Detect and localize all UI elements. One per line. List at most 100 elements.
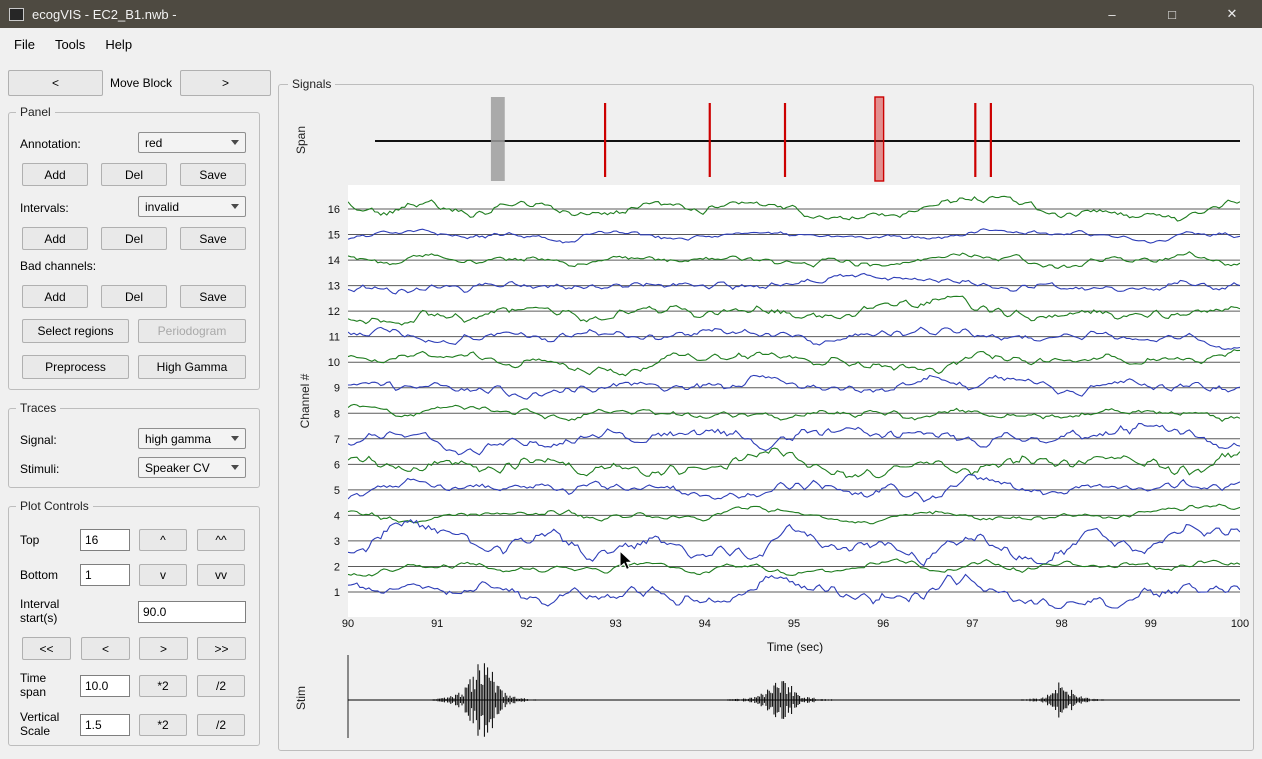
- bottom-label: Bottom: [20, 568, 59, 582]
- bottom-channel-input[interactable]: [80, 564, 130, 586]
- vertical-scale-label-line2: Scale: [20, 724, 51, 738]
- vertical-scale-double-button[interactable]: *2: [139, 714, 187, 736]
- stimuli-select-value: Speaker CV: [145, 460, 210, 475]
- annotation-add-button[interactable]: Add: [22, 163, 88, 186]
- close-button[interactable]: ✕: [1202, 0, 1262, 28]
- svg-text:99: 99: [1145, 618, 1157, 630]
- plot-controls-group-title: Plot Controls: [16, 499, 93, 513]
- svg-text:92: 92: [520, 618, 532, 630]
- mouse-cursor: [619, 550, 634, 571]
- stimuli-select[interactable]: Speaker CV: [138, 457, 246, 478]
- bad-channels-add-button[interactable]: Add: [22, 285, 88, 308]
- signal-select[interactable]: high gamma: [138, 428, 246, 449]
- move-block-next-button[interactable]: >: [180, 70, 271, 96]
- svg-text:11: 11: [329, 332, 340, 344]
- chevron-down-icon: [231, 436, 239, 441]
- chevron-down-icon: [231, 204, 239, 209]
- intervals-select[interactable]: invalid: [138, 196, 246, 217]
- svg-text:93: 93: [609, 618, 621, 630]
- stimuli-label: Stimuli:: [20, 462, 60, 476]
- interval-start-label-line1: Interval: [20, 597, 60, 611]
- signals-group-title: Signals: [288, 77, 336, 91]
- svg-text:94: 94: [699, 618, 711, 630]
- bad-channels-del-button[interactable]: Del: [101, 285, 167, 308]
- intervals-add-button[interactable]: Add: [22, 227, 88, 250]
- channel-down-button[interactable]: v: [139, 564, 187, 586]
- page-last-button[interactable]: >>: [197, 637, 246, 660]
- svg-text:8: 8: [334, 408, 340, 420]
- signal-label: Signal:: [20, 433, 57, 447]
- menu-help[interactable]: Help: [95, 31, 142, 58]
- channel-up-fast-button[interactable]: ^^: [197, 529, 245, 551]
- window-title: ecogVIS - EC2_B1.nwb -: [32, 6, 177, 22]
- periodogram-button[interactable]: Periodogram: [138, 319, 246, 343]
- time-span-double-button[interactable]: *2: [139, 675, 187, 697]
- intervals-select-value: invalid: [145, 199, 180, 214]
- annotation-save-button[interactable]: Save: [180, 163, 246, 186]
- app-window: ecogVIS - EC2_B1.nwb - – □ ✕ File Tools …: [0, 0, 1262, 759]
- time-span-input[interactable]: [80, 675, 130, 697]
- intervals-label: Intervals:: [20, 201, 69, 215]
- svg-text:9: 9: [334, 383, 340, 395]
- intervals-save-button[interactable]: Save: [180, 227, 246, 250]
- svg-text:16: 16: [328, 204, 340, 216]
- channel-up-button[interactable]: ^: [139, 529, 187, 551]
- svg-text:10: 10: [328, 357, 340, 369]
- panel-groupbox: [8, 112, 260, 390]
- bad-channels-save-button[interactable]: Save: [180, 285, 246, 308]
- time-span-label-line1: Time: [20, 671, 47, 685]
- top-label: Top: [20, 533, 40, 547]
- svg-text:3: 3: [334, 536, 340, 548]
- svg-text:13: 13: [328, 281, 340, 293]
- vertical-scale-half-button[interactable]: /2: [197, 714, 245, 736]
- menu-file[interactable]: File: [4, 31, 45, 58]
- page-first-button[interactable]: <<: [22, 637, 71, 660]
- svg-text:2: 2: [334, 561, 340, 573]
- titlebar[interactable]: ecogVIS - EC2_B1.nwb - – □ ✕: [0, 0, 1262, 28]
- traces-group-title: Traces: [16, 401, 61, 415]
- move-block-label: Move Block: [109, 76, 173, 90]
- svg-text:6: 6: [334, 459, 340, 471]
- interval-start-label-line2: start(s): [20, 611, 58, 625]
- vertical-scale-label-line1: Vertical: [20, 710, 60, 724]
- time-span-half-button[interactable]: /2: [197, 675, 245, 697]
- annotation-select-value: red: [145, 135, 163, 150]
- annotation-del-button[interactable]: Del: [101, 163, 167, 186]
- intervals-del-button[interactable]: Del: [101, 227, 167, 250]
- move-block-prev-button[interactable]: <: [8, 70, 103, 96]
- svg-text:100: 100: [1231, 618, 1249, 630]
- svg-text:91: 91: [431, 618, 443, 630]
- svg-text:14: 14: [328, 255, 340, 267]
- signals-plot-canvas[interactable]: 1615141312111098765432190 91 92 93 94 95 96 97 9…: [286, 90, 1254, 748]
- menu-tools[interactable]: Tools: [45, 31, 95, 58]
- page-next-button[interactable]: >: [139, 637, 188, 660]
- svg-text:98: 98: [1055, 618, 1067, 630]
- time-span-label-line2: span: [20, 685, 47, 699]
- vertical-scale-input[interactable]: [80, 714, 130, 736]
- svg-text:97: 97: [966, 618, 978, 630]
- page-prev-button[interactable]: <: [81, 637, 130, 660]
- svg-text:4: 4: [334, 510, 340, 522]
- svg-text:95: 95: [788, 618, 800, 630]
- svg-text:90: 90: [342, 618, 354, 630]
- annotation-select[interactable]: red: [138, 132, 246, 153]
- interval-start-input[interactable]: [138, 601, 246, 623]
- chevron-down-icon: [231, 465, 239, 470]
- svg-text:7: 7: [334, 434, 340, 446]
- maximize-button[interactable]: □: [1142, 0, 1202, 28]
- bad-channels-label: Bad channels:: [20, 259, 97, 273]
- svg-text:1: 1: [334, 587, 340, 599]
- menubar: File Tools Help: [0, 28, 1262, 60]
- svg-text:12: 12: [328, 306, 340, 318]
- preprocess-button[interactable]: Preprocess: [22, 355, 129, 379]
- high-gamma-button[interactable]: High Gamma: [138, 355, 246, 379]
- svg-text:96: 96: [877, 618, 889, 630]
- top-channel-input[interactable]: [80, 529, 130, 551]
- app-icon: [9, 7, 24, 21]
- minimize-button[interactable]: –: [1082, 0, 1142, 28]
- annotation-label: Annotation:: [20, 137, 81, 151]
- select-regions-button[interactable]: Select regions: [22, 319, 129, 343]
- svg-text:5: 5: [334, 485, 340, 497]
- channel-down-fast-button[interactable]: vv: [197, 564, 245, 586]
- window-controls: – □ ✕: [1082, 0, 1262, 28]
